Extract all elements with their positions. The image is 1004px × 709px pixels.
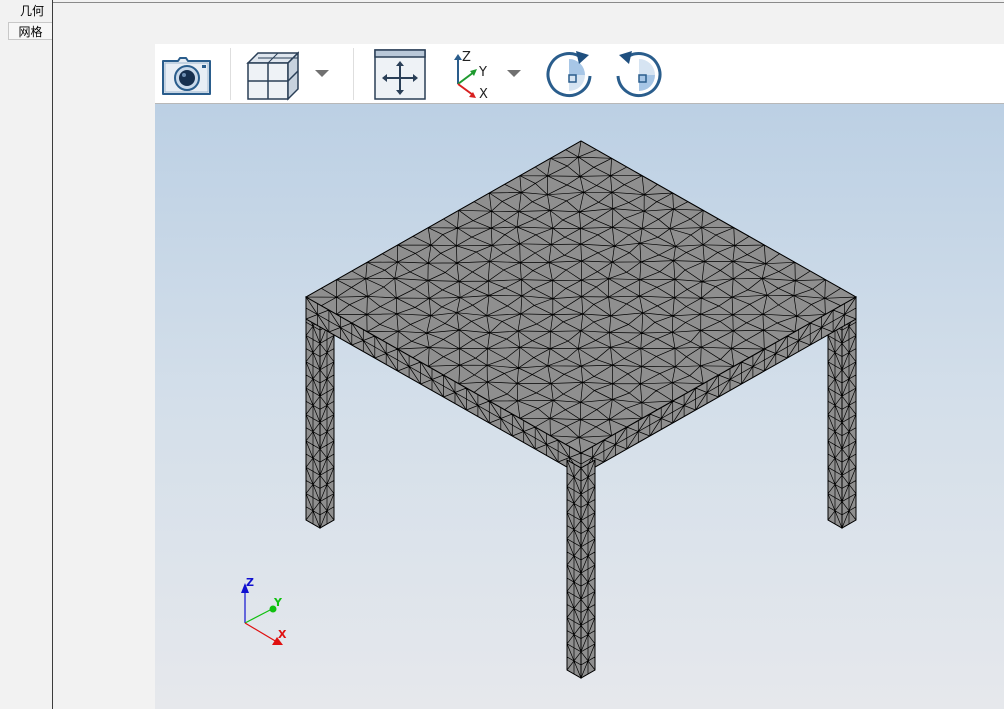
- leg-front-right-face: [580, 459, 596, 679]
- rotate-clockwise-button[interactable]: [542, 47, 596, 101]
- rotate-ccw-icon: [616, 51, 662, 97]
- leg-front-left-face: [566, 459, 582, 679]
- fit-view-icon: [374, 49, 426, 100]
- view-cube-button[interactable]: [245, 47, 300, 101]
- panel-border: [53, 2, 1004, 3]
- rotate-counterclockwise-button[interactable]: [612, 47, 666, 101]
- axis-x-label: X: [479, 87, 488, 101]
- triad-y-label: Y: [273, 596, 283, 609]
- rotate-cw-icon: [546, 51, 592, 97]
- chevron-down-icon: [507, 70, 521, 77]
- leg-right-right-face: [841, 308, 857, 529]
- axis-icon: Z Y X: [454, 50, 488, 102]
- axis-y-label: Y: [478, 65, 487, 80]
- axis-view-dropdown[interactable]: [505, 47, 523, 101]
- app-window: 几何 网格 Z Y X Z Y X: [0, 0, 1004, 709]
- tabletop-surface: [304, 140, 858, 454]
- triad-z-label: Z: [246, 576, 254, 589]
- leg-left-right-face: [319, 308, 335, 529]
- leg-left-left-face: [305, 308, 321, 529]
- camera-icon: [162, 57, 211, 95]
- viewer-toolbar: Z Y X: [155, 44, 1004, 104]
- 3d-viewport[interactable]: Z Y X: [155, 104, 1004, 709]
- tab-mesh[interactable]: 网格: [8, 22, 52, 40]
- zoom-extents-button[interactable]: [372, 47, 428, 101]
- table-mesh-model[interactable]: Z Y X: [155, 104, 1004, 709]
- left-tab-strip: 几何 网格: [0, 0, 53, 709]
- cube-icon: [246, 51, 300, 101]
- tab-geometry[interactable]: 几何: [12, 2, 52, 20]
- chevron-down-icon: [315, 70, 329, 77]
- toolbar-separator: [230, 48, 231, 100]
- axis-z-label: Z: [462, 50, 471, 65]
- mesh-viewer: Z Y X Z Y X: [155, 44, 1004, 709]
- triad-x-label: X: [278, 628, 287, 641]
- screenshot-button[interactable]: [158, 47, 216, 101]
- view-cube-dropdown[interactable]: [313, 47, 331, 101]
- leg-right-left-face: [827, 308, 843, 529]
- toolbar-separator: [353, 48, 354, 100]
- axis-view-button[interactable]: Z Y X: [448, 47, 502, 102]
- axis-triad: Z Y X: [241, 576, 287, 645]
